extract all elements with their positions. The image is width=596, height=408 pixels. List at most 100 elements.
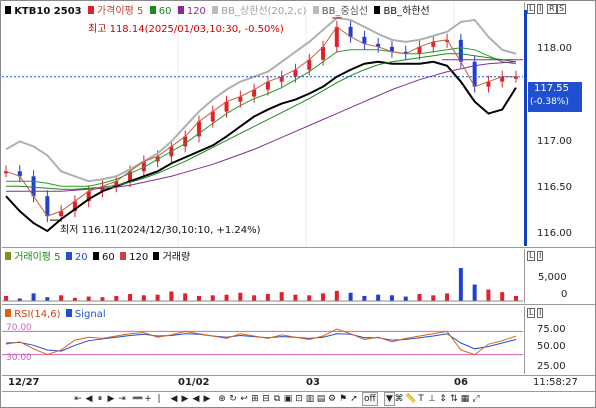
legend-bb-mid[interactable]: BB_중심선: [322, 6, 368, 17]
volume-bar: [183, 293, 188, 301]
legend-bb-upper[interactable]: BB_상한선(20,2,c): [221, 6, 306, 17]
volume-bar: [389, 295, 394, 301]
toolbar-button[interactable]: ▣: [283, 393, 293, 405]
rsi-axis-button-i[interactable]: I: [537, 308, 544, 318]
toolbar-tool-icon[interactable]: ⌘: [394, 393, 404, 405]
toolbar-button[interactable]: ↻: [228, 393, 238, 405]
toolbar-button[interactable]: ⚑: [338, 393, 348, 405]
volume-bar: [500, 292, 505, 301]
price-chart: [2, 2, 523, 246]
toolbar-button[interactable]: ⇤: [73, 393, 83, 405]
toolbar-button[interactable]: ⏸: [95, 393, 105, 405]
volume-bar: [417, 294, 422, 301]
toolbar-tool-icon[interactable]: T: [416, 393, 426, 405]
volume-legend-60[interactable]: 60: [102, 252, 115, 263]
toolbar-button[interactable]: |: [154, 393, 164, 405]
rsi-upper-level: 70.00: [6, 323, 32, 333]
rsi-pane[interactable]: RSI(14,6) Signal 70.00 30.00: [2, 306, 523, 374]
current-price: 117.55: [534, 83, 569, 94]
toolbar-button[interactable]: ↩: [239, 393, 249, 405]
signal-line: [5, 333, 517, 352]
volume-bar: [169, 291, 174, 301]
volume-tick: 5,000: [538, 272, 567, 283]
volume-bar: [334, 290, 339, 301]
volume-bar: [431, 295, 436, 301]
volume-bar: [196, 295, 201, 301]
legend-ma5[interactable]: 가격이평 5: [97, 6, 143, 17]
legend-code: KTB10 2503: [14, 6, 82, 17]
toolbar-button[interactable]: ▥: [305, 393, 315, 405]
volume-bar: [31, 293, 36, 301]
toolbar-text-button[interactable]: off: [362, 392, 378, 406]
toolbar-button[interactable]: ▶: [202, 393, 212, 405]
rsi-legend-title[interactable]: RSI(14,6): [14, 309, 60, 320]
toolbar-tool-icon[interactable]: 📏: [405, 393, 416, 405]
vol-axis-button-l[interactable]: L: [527, 251, 536, 261]
toolbar-button[interactable]: ⊡: [294, 393, 304, 405]
volume-bar: [403, 296, 408, 301]
legend-ma60[interactable]: 60: [159, 6, 172, 17]
rsi-legend: RSI(14,6) Signal: [5, 309, 106, 320]
legend-bb-lower[interactable]: BB_하한선: [383, 6, 429, 17]
volume-legend-120[interactable]: 120: [129, 252, 148, 263]
rsi-line: [5, 328, 517, 356]
rsi-axis: L I 75.00 50.00 25.00: [524, 306, 595, 374]
volume-bar: [238, 292, 243, 301]
toolbar-button[interactable]: ⊕: [217, 393, 227, 405]
axis-button-r[interactable]: R: [547, 4, 557, 14]
volume-bar: [514, 295, 518, 301]
toolbar-button[interactable]: +: [143, 393, 153, 405]
vol-axis-button-i[interactable]: I: [537, 251, 544, 261]
toolbar-tool-icon[interactable]: ⤢: [471, 393, 481, 405]
toolbar-button[interactable]: ▤: [316, 393, 326, 405]
volume-pane[interactable]: 거래이평 5 20 60 120 거래량: [2, 249, 523, 303]
volume-bar: [486, 289, 491, 301]
volume-bar: [321, 293, 326, 301]
ma120-line: [6, 61, 517, 192]
volume-bar: [45, 297, 50, 301]
axis-button-l[interactable]: L: [527, 4, 536, 14]
rsi-lower-level: 30.00: [6, 353, 32, 363]
toolbar-button[interactable]: ⊟: [261, 393, 271, 405]
pane-divider: [2, 304, 595, 305]
rsi-legend-signal[interactable]: Signal: [75, 309, 106, 320]
volume-legend-vol[interactable]: 거래량: [163, 252, 191, 263]
toolbar-button[interactable]: ➖: [132, 393, 143, 405]
current-price-box: 117.55 (-0.38%): [528, 82, 582, 112]
toolbar-tool-icon[interactable]: ▦: [460, 393, 470, 405]
toolbar-tool-icon[interactable]: ⟂: [427, 393, 437, 405]
toolbar-button[interactable]: ◀: [169, 393, 179, 405]
legend-ma120[interactable]: 120: [187, 6, 206, 17]
rsi-tick: 75.00: [537, 324, 566, 335]
toolbar-button[interactable]: ⇥: [117, 393, 127, 405]
volume-bar: [210, 295, 215, 301]
toolbar-button[interactable]: ➚: [349, 393, 359, 405]
toolbar-button[interactable]: ⊞: [250, 393, 260, 405]
volume-bar: [265, 294, 270, 301]
toolbar-tool-icon[interactable]: ⇅: [449, 393, 459, 405]
toolbar-button[interactable]: ⧉: [272, 393, 282, 405]
volume-bar: [348, 292, 353, 301]
axis-button-i[interactable]: I: [537, 4, 544, 14]
toolbar-tool-icon[interactable]: ⇕: [438, 393, 448, 405]
price-axis: L I R S 118.00 116.50 117.00 116.00 117.…: [524, 2, 595, 246]
volume-legend-20[interactable]: 20: [75, 252, 88, 263]
toolbar-button[interactable]: ▶: [106, 393, 116, 405]
clock: 11:58:27: [533, 377, 578, 388]
volume-bar: [4, 295, 8, 301]
price-tick: 116.50: [537, 182, 572, 193]
axis-button-s[interactable]: S: [557, 4, 567, 14]
rsi-tick: 50.00: [537, 341, 566, 352]
volume-legend-title[interactable]: 거래이평 5: [14, 252, 60, 263]
toolbar-button[interactable]: ◀: [84, 393, 94, 405]
volume-bar: [445, 293, 450, 301]
price-pane[interactable]: KTB10 2503 가격이평 5 60 120 BB_상한선(20,2,c) …: [2, 2, 523, 246]
time-label: 03: [306, 377, 320, 388]
toolbar-button[interactable]: ⚙: [327, 393, 337, 405]
rsi-axis-button-l[interactable]: L: [527, 308, 536, 318]
toolbar-divider: [2, 391, 595, 392]
toolbar-button[interactable]: ▶: [180, 393, 190, 405]
price-candle: [458, 39, 463, 62]
price-tick: 116.00: [537, 228, 572, 239]
toolbar-button[interactable]: ◀: [191, 393, 201, 405]
